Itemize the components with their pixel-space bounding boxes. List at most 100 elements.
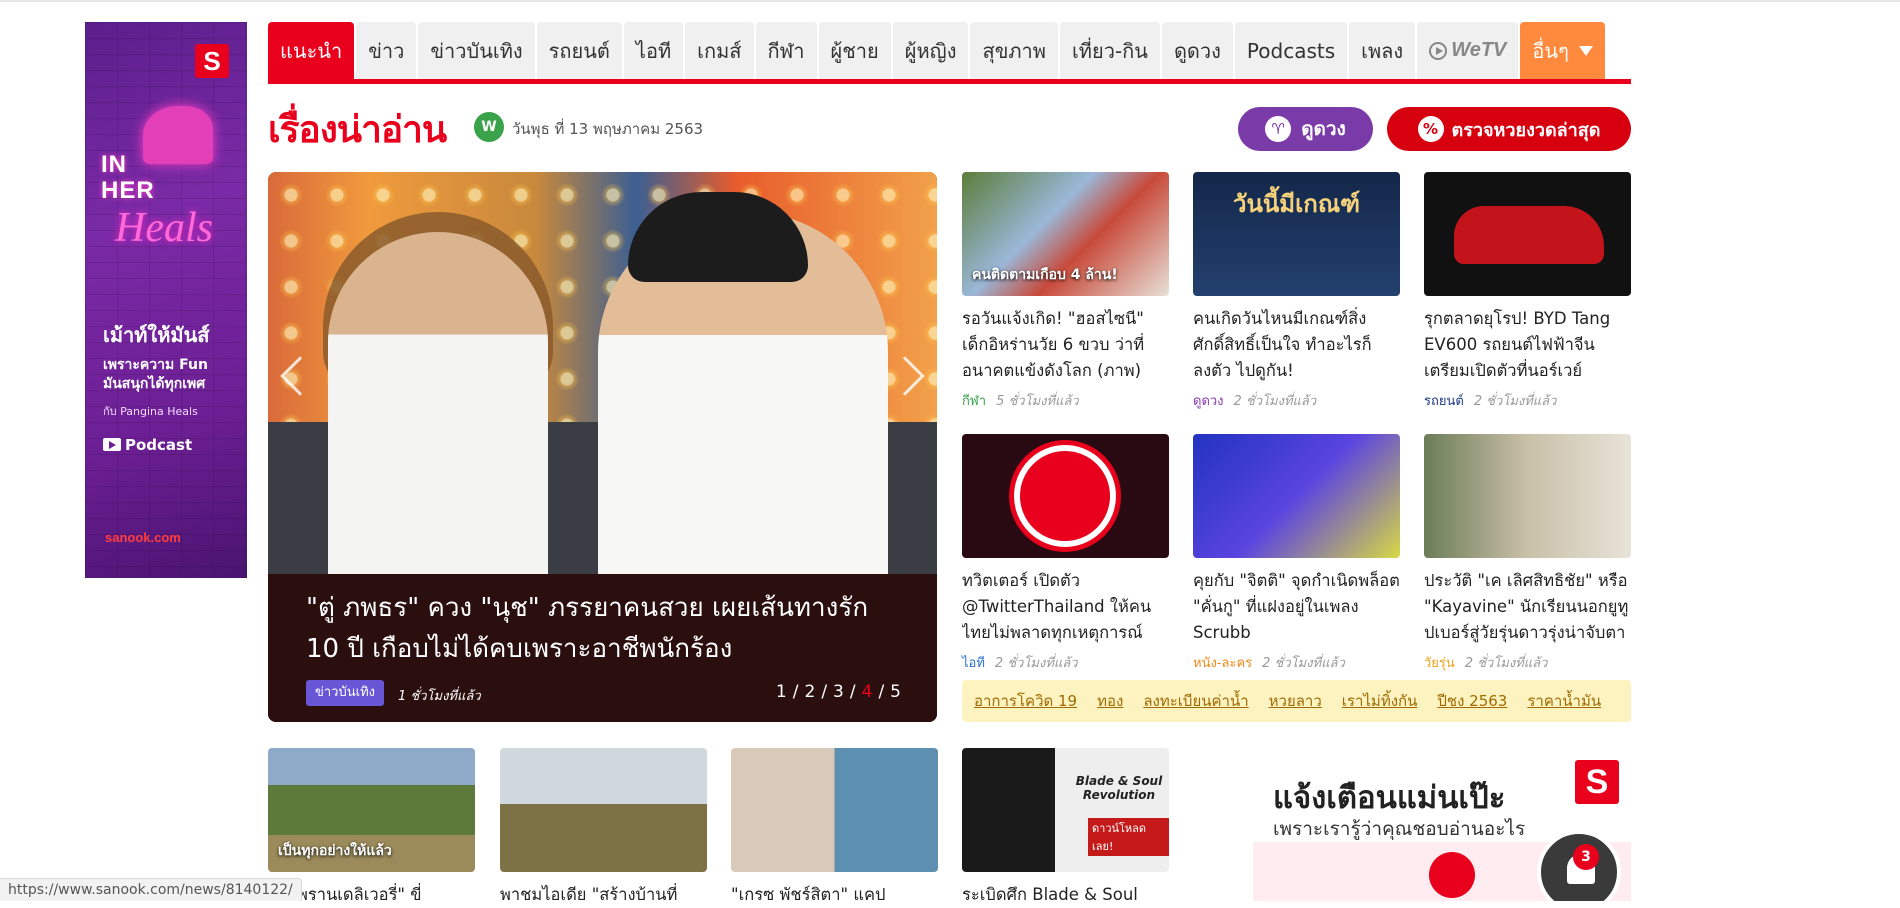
card-title[interactable]: "เกรซ พัชร์สิตา" แคป bbox=[731, 882, 938, 908]
card-category[interactable]: ดูดวง bbox=[1193, 394, 1224, 409]
pager-4[interactable]: 4 bbox=[862, 682, 873, 702]
notification-badge: 3 bbox=[1573, 844, 1599, 870]
tab-auto[interactable]: รถยนต์ bbox=[536, 22, 622, 79]
card-category[interactable]: กีฬา bbox=[962, 394, 986, 409]
card-thumbnail[interactable] bbox=[1424, 434, 1631, 558]
tab-sport[interactable]: กีฬา bbox=[755, 22, 817, 79]
news-card[interactable]: "เกรซ พัชร์สิตา" แคป bbox=[731, 748, 938, 908]
pager-2[interactable]: 2 bbox=[804, 682, 815, 702]
card-meta: กีฬา 5 ชั่วโมงที่แล้ว bbox=[962, 394, 1079, 409]
status-bar-url: https://www.sanook.com/news/8140122/ bbox=[0, 878, 302, 901]
card-overlay-text: คนติดตามเกือบ 4 ล้าน! bbox=[972, 267, 1118, 283]
card-thumbnail[interactable]: เป็นทุกอย่างให้แล้ว bbox=[268, 748, 475, 872]
category-nav: แนะนำ ข่าว ข่าวบันเทิง รถยนต์ ไอที เกมส์… bbox=[268, 22, 1631, 84]
ad-host-text: กับ Pangina Heals bbox=[103, 405, 198, 418]
lottery-icon: % bbox=[1417, 116, 1444, 142]
ad-heals-text: Heals bbox=[115, 205, 213, 251]
card-title[interactable]: ระเบิดศึก Blade & Soul bbox=[962, 882, 1169, 908]
tag-link[interactable]: ราคาน้ำมัน bbox=[1527, 689, 1601, 713]
tag-link[interactable]: ทอง bbox=[1097, 689, 1123, 713]
download-badge: ดาวน์โหลดเลย! bbox=[1088, 818, 1169, 856]
car-shape bbox=[1454, 206, 1604, 264]
hero-category-badge[interactable]: ข่าวบันเทิง bbox=[306, 680, 384, 706]
ad-brand: sanook.com bbox=[105, 530, 181, 545]
tag-link[interactable]: เราไม่ทิ้งกัน bbox=[1342, 689, 1418, 713]
tab-health[interactable]: สุขภาพ bbox=[970, 22, 1058, 79]
tag-link[interactable]: ปีชง 2563 bbox=[1437, 689, 1507, 713]
tag-link[interactable]: ลงทะเบียนค่าน้ำ bbox=[1143, 689, 1248, 713]
card-category[interactable]: หนัง-ละคร bbox=[1193, 656, 1252, 671]
notification-ad[interactable]: แจ้งเตือนแม่นเป๊ะ เพราะเรารู้ว่าคุณชอบอ่… bbox=[1253, 752, 1631, 901]
sanook-logo-icon: S bbox=[1575, 760, 1619, 804]
card-thumbnail[interactable]: Blade & Soul Revolution ดาวน์โหลดเลย! bbox=[962, 748, 1169, 872]
tab-games[interactable]: เกมส์ bbox=[685, 22, 754, 79]
tab-recommended[interactable]: แนะนำ bbox=[268, 22, 355, 79]
aries-icon: ♈ bbox=[1265, 116, 1292, 142]
tag-link[interactable]: อาการโควิด 19 bbox=[974, 689, 1077, 713]
tab-music[interactable]: เพลง bbox=[1349, 22, 1416, 79]
tab-men[interactable]: ผู้ชาย bbox=[818, 22, 891, 79]
card-meta: ไอที 2 ชั่วโมงที่แล้ว bbox=[962, 656, 1078, 671]
card-meta: ดูดวง 2 ชั่วโมงที่แล้ว bbox=[1193, 394, 1317, 409]
tab-news[interactable]: ข่าว bbox=[356, 22, 417, 79]
tab-horoscope[interactable]: ดูดวง bbox=[1161, 22, 1233, 79]
horoscope-button[interactable]: ♈ ดูดวง bbox=[1238, 107, 1373, 151]
tab-it[interactable]: ไอที bbox=[623, 22, 684, 79]
card-title[interactable]: รอวันแจ้งเกิด! "ฮอสไซนี" เด็กอิหร่านวัย … bbox=[962, 306, 1169, 384]
card-title[interactable]: รุกตลาดยุโรป! BYD Tang EV600 รถยนต์ไฟฟ้า… bbox=[1424, 306, 1631, 384]
card-title[interactable]: คุยกับ "จิตติ" จุดกำเนิดพล็อต "คั่นกู" ท… bbox=[1193, 568, 1400, 646]
ad-in-her: IN HER bbox=[101, 151, 155, 204]
card-thumbnail[interactable] bbox=[731, 748, 938, 872]
hero-title[interactable]: "ตู่ ภพธร" ควง "นุช" ภรรยาคนสวย เผยเส้นท… bbox=[306, 588, 906, 670]
news-card[interactable]: Blade & Soul Revolution ดาวน์โหลดเลย! ระ… bbox=[962, 748, 1169, 908]
hero-time: 1 ชั่วโมงที่แล้ว bbox=[398, 689, 481, 704]
game-logo-text: Blade & Soul Revolution bbox=[1075, 774, 1163, 802]
card-thumbnail[interactable]: คนติดตามเกือบ 4 ล้าน! bbox=[962, 172, 1169, 296]
tab-women[interactable]: ผู้หญิง bbox=[892, 22, 969, 79]
news-card[interactable]: วันนี้มีเกณฑ์ คนเกิดวันไหนมีเกณฑ์สิ่งศัก… bbox=[1193, 172, 1400, 411]
card-title[interactable]: ประวัติ "เค เลิศสิทธิชัย" หรือ "Kayavine… bbox=[1424, 568, 1631, 646]
tab-wetv[interactable]: WeTV bbox=[1417, 22, 1519, 79]
wetv-play-icon bbox=[1429, 41, 1448, 60]
news-card[interactable]: คุยกับ "จิตติ" จุดกำเนิดพล็อต "คั่นกู" ท… bbox=[1193, 434, 1400, 673]
card-title[interactable]: ทวิตเตอร์ เปิดตัว @TwitterThailand ให้คน… bbox=[962, 568, 1169, 646]
card-thumbnail[interactable] bbox=[1424, 172, 1631, 296]
top-divider bbox=[0, 0, 1900, 2]
news-card[interactable]: ประวัติ "เค เลิศสิทธิชัย" หรือ "Kayavine… bbox=[1424, 434, 1631, 673]
card-meta: รถยนต์ 2 ชั่วโมงที่แล้ว bbox=[1424, 394, 1557, 409]
card-overlay-text: เป็นทุกอย่างให้แล้ว bbox=[278, 843, 392, 859]
card-category[interactable]: รถยนต์ bbox=[1424, 394, 1464, 409]
card-thumbnail[interactable] bbox=[1193, 434, 1400, 558]
tab-entertainment[interactable]: ข่าวบันเทิง bbox=[418, 22, 535, 79]
ad-text: เพราะความ Fun มันสนุกได้ทุกเพศ bbox=[103, 357, 208, 392]
hero-caption: "ตู่ ภพธร" ควง "นุช" ภรรยาคนสวย เผยเส้นท… bbox=[268, 574, 937, 722]
card-title[interactable]: คนเกิดวันไหนมีเกณฑ์สิ่งศักดิ์สิทธิ์เป็นใ… bbox=[1193, 306, 1400, 384]
tab-podcasts[interactable]: Podcasts bbox=[1234, 22, 1348, 79]
card-thumbnail[interactable]: วันนี้มีเกณฑ์ bbox=[1193, 172, 1400, 296]
card-title[interactable]: พาชมไอเดีย "สร้างบ้านที่ bbox=[500, 882, 707, 908]
card-category[interactable]: ไอที bbox=[962, 656, 985, 671]
news-card[interactable]: ทวิตเตอร์ เปิดตัว @TwitterThailand ให้คน… bbox=[962, 434, 1169, 673]
hero-image[interactable] bbox=[268, 172, 937, 574]
card-meta: หนัง-ละคร 2 ชั่วโมงที่แล้ว bbox=[1193, 656, 1345, 671]
lottery-button[interactable]: % ตรวจหวยงวดล่าสุด bbox=[1387, 107, 1631, 151]
news-card[interactable]: รุกตลาดยุโรป! BYD Tang EV600 รถยนต์ไฟฟ้า… bbox=[1424, 172, 1631, 411]
pager-1[interactable]: 1 bbox=[776, 682, 787, 702]
tag-link[interactable]: หวยลาว bbox=[1269, 689, 1322, 713]
card-thumbnail[interactable] bbox=[500, 748, 707, 872]
news-card[interactable]: พาชมไอเดีย "สร้างบ้านที่ bbox=[500, 748, 707, 908]
card-thumbnail[interactable] bbox=[962, 434, 1169, 558]
pager-3[interactable]: 3 bbox=[833, 682, 844, 702]
left-banner-ad[interactable]: S IN HER Heals เม้าท์ให้มันส์ เพราะความ F… bbox=[85, 22, 247, 578]
sanook-logo-icon: S bbox=[195, 44, 229, 78]
tab-more[interactable]: อื่นๆ bbox=[1520, 22, 1605, 79]
card-category[interactable]: วัยรุ่น bbox=[1424, 656, 1455, 671]
notify-subtitle: เพราะเรารู้ว่าคุณชอบอ่านอะไร bbox=[1273, 818, 1526, 840]
news-card[interactable]: คนติดตามเกือบ 4 ล้าน! รอวันแจ้งเกิด! "ฮอ… bbox=[962, 172, 1169, 411]
hero-slider[interactable]: "ตู่ ภพธร" ควง "นุช" ภรรยาคนสวย เผยเส้นท… bbox=[268, 172, 937, 722]
tab-travel[interactable]: เที่ยว-กิน bbox=[1059, 22, 1160, 79]
pager-5[interactable]: 5 bbox=[890, 682, 901, 702]
thumb-text: วันนี้มีเกณฑ์ bbox=[1232, 190, 1361, 218]
page-title: เรื่องน่าอ่าน bbox=[268, 108, 447, 151]
hero-pager: 1/ 2/ 3/ 4/ 5 bbox=[775, 682, 901, 702]
